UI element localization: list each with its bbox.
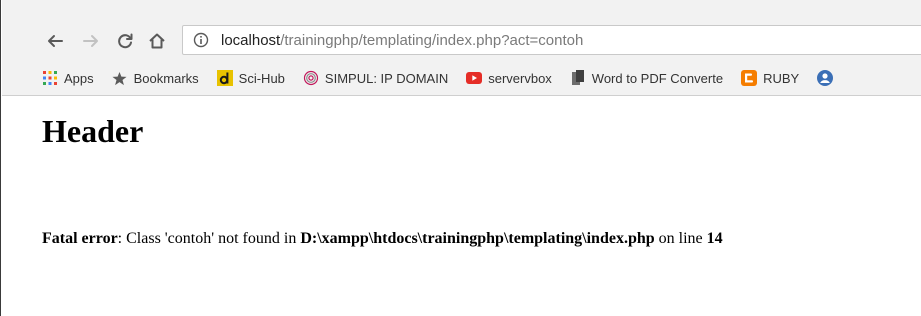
- youtube-icon: [466, 70, 483, 86]
- converter-icon: [570, 70, 586, 86]
- back-arrow-icon: [48, 35, 63, 47]
- scihub-d-icon: [216, 70, 233, 86]
- php-error-message: Fatal error: Class 'contoh' not found in…: [42, 230, 723, 248]
- error-file-path: D:\xampp\htdocs\trainingphp\templating\i…: [300, 230, 655, 247]
- bookmark-label: Apps: [64, 70, 94, 86]
- back-button[interactable]: [42, 28, 68, 54]
- reload-button[interactable]: [112, 28, 138, 54]
- error-line-label: on line: [654, 230, 707, 247]
- fingerprint-icon: [303, 70, 319, 86]
- url-path: /trainingphp/templating/index.php?act=co…: [280, 31, 584, 49]
- url-host: localhost: [221, 31, 281, 49]
- url-text[interactable]: localhost/trainingphp/templating/index.p…: [221, 32, 583, 49]
- page-heading: Header: [42, 113, 144, 149]
- bookmark-overflow[interactable]: [817, 70, 839, 86]
- forward-button[interactable]: [78, 28, 104, 54]
- browser-chrome: localhost/trainingphp/templating/index.p…: [2, 0, 921, 96]
- reload-icon: [118, 33, 133, 49]
- error-prefix: Fatal error: [42, 230, 118, 247]
- apps-grid-icon: [42, 70, 58, 86]
- bookmark-label: Sci-Hub: [238, 70, 285, 86]
- star-icon: [112, 70, 128, 86]
- avatar-icon: [817, 70, 834, 86]
- browser-toolbar: localhost/trainingphp/templating/index.p…: [2, 22, 921, 60]
- info-icon[interactable]: [193, 32, 209, 48]
- bookmark-label: Bookmarks: [133, 70, 199, 86]
- error-message: : Class 'contoh' not found in: [117, 230, 301, 247]
- bookmark-label: SIMPUL: IP DOMAIN: [324, 70, 449, 86]
- bookmark-label: servervbox: [488, 70, 552, 86]
- bookmark-ruby[interactable]: RUBY: [741, 70, 799, 86]
- home-icon: [149, 33, 165, 49]
- blogger-icon: [741, 70, 758, 86]
- bookmark-label: RUBY: [763, 70, 800, 86]
- bookmark-label: Word to PDF Converte: [591, 70, 724, 86]
- bookmark-simpul[interactable]: SIMPUL: IP DOMAIN: [303, 70, 448, 86]
- bookmark-sci-hub[interactable]: Sci-Hub: [216, 70, 285, 86]
- address-bar[interactable]: localhost/trainingphp/templating/index.p…: [182, 25, 921, 55]
- browser-window: localhost/trainingphp/templating/index.p…: [0, 0, 921, 316]
- bookmark-word-to-pdf[interactable]: Word to PDF Converte: [570, 70, 723, 86]
- bookmark-bookmarks[interactable]: Bookmarks: [112, 70, 199, 86]
- bookmark-apps[interactable]: Apps: [42, 70, 94, 86]
- bookmarks-bar: Apps Bookmarks Sci-Hub SIMPUL: IP DOMAIN…: [2, 64, 921, 92]
- forward-arrow-icon: [83, 35, 98, 47]
- home-button[interactable]: [144, 28, 170, 54]
- bookmark-servervbox[interactable]: servervbox: [466, 70, 552, 86]
- error-line-number: 14: [706, 230, 723, 247]
